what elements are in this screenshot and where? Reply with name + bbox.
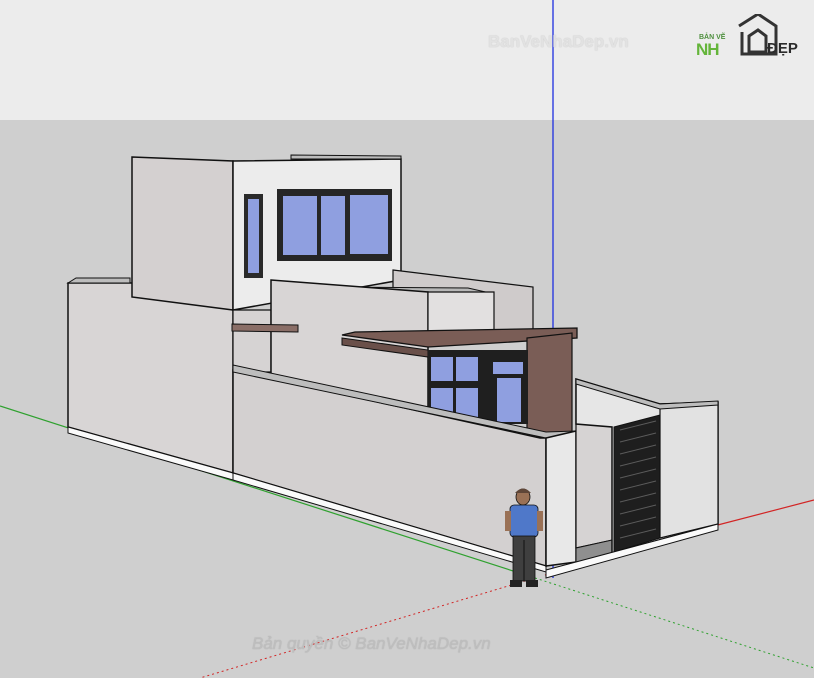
logo-dep-text: ĐẸP <box>767 40 798 57</box>
axis-green-dotted <box>534 577 814 669</box>
lower-window-pane-6 <box>497 378 521 422</box>
lower-window-pane-2 <box>456 357 478 381</box>
canopy-column <box>526 332 573 439</box>
upper-block-side[interactable] <box>131 156 234 311</box>
upper-roof-edge <box>290 154 402 160</box>
wide-window-pane-2 <box>321 196 345 255</box>
axis-red-dotted <box>199 577 536 678</box>
fence-end-post <box>545 430 577 567</box>
house-model-scene[interactable] <box>0 0 814 678</box>
left-wall-top <box>66 277 131 284</box>
sketchup-viewport[interactable]: BanVeNhaDep.vn BẢN VẼ NH ĐẸP Bản quyền ©… <box>0 0 814 678</box>
left-wall-front[interactable] <box>67 282 234 474</box>
lower-window-pane-5 <box>493 362 523 374</box>
ledge-left <box>231 323 299 333</box>
narrow-window-glass <box>248 199 259 273</box>
gate-dark[interactable] <box>613 414 661 553</box>
courtyard-right-wall <box>659 401 719 539</box>
watermark-bottom: Bản quyền © BanVeNhaDep.vn <box>252 634 491 653</box>
axis-red-solid <box>709 499 814 528</box>
left-column <box>232 309 272 373</box>
wide-window-pane-3 <box>350 195 388 254</box>
logo-nh-text: NH <box>696 40 720 59</box>
wide-window-pane-1 <box>283 196 317 255</box>
lower-window-pane-1 <box>431 357 453 381</box>
watermark-top: BanVeNhaDep.vn <box>488 32 629 51</box>
